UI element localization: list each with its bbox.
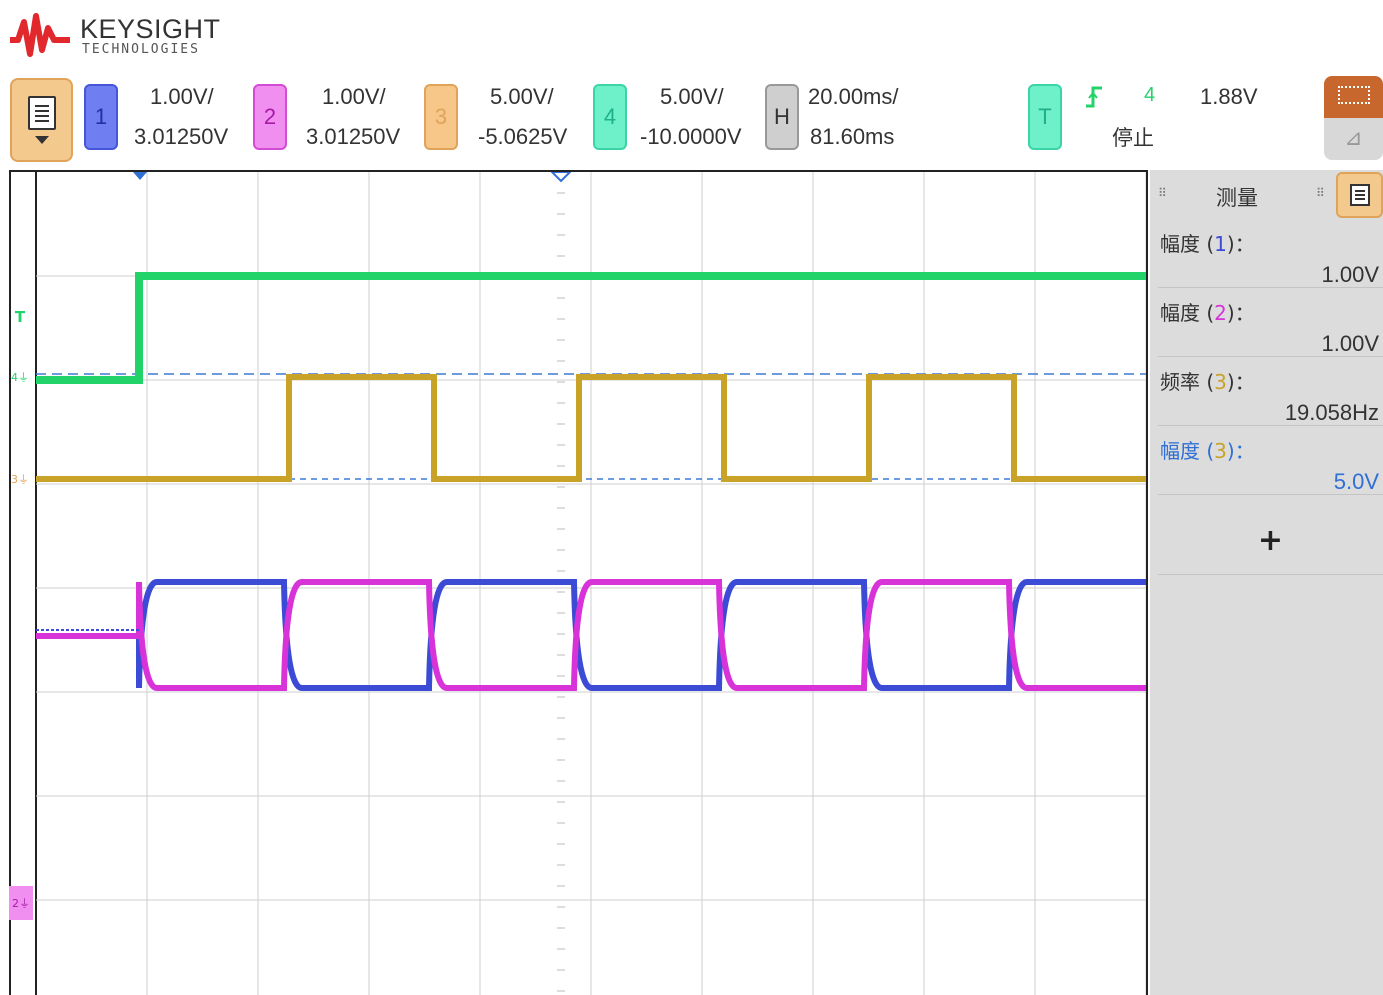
trigger-position-marker	[133, 172, 147, 180]
plus-icon: +	[1257, 523, 1284, 558]
channel-4-button[interactable]: 4	[593, 84, 627, 150]
horizontal-button[interactable]: H	[765, 84, 799, 150]
measurement-title: 测量	[1216, 186, 1258, 210]
channel-4-label: 4	[603, 104, 617, 129]
measurement-label: 幅度 (3)：	[1160, 439, 1255, 463]
drag-handle-icon[interactable]: ⠿	[1316, 186, 1325, 200]
channel-1-button[interactable]: 1	[84, 84, 118, 150]
channel-3-label: 3	[434, 104, 448, 129]
trigger-level-marker[interactable]: T	[9, 306, 31, 328]
measurement-label: 频率 (3)：	[1160, 370, 1255, 394]
channel-2-ground-marker[interactable]: 2 ⏚	[9, 886, 33, 920]
ch3-marker-label: 3	[11, 472, 18, 486]
graticule	[35, 172, 1146, 995]
measurement-panel-header: ⠿ 测量 ⠿	[1150, 170, 1383, 220]
horizontal-position[interactable]: 81.60ms	[810, 124, 894, 150]
measurement-value: 19.058Hz	[1284, 400, 1379, 425]
measurement-value: 1.00V	[1321, 331, 1380, 356]
ch2-marker-label: 2	[12, 896, 19, 910]
zoom-box-icon	[1338, 86, 1370, 104]
channel-3-scale[interactable]: 5.00V/	[490, 84, 554, 110]
measurement-label: 幅度 (1)：	[1160, 232, 1255, 256]
channel-2-offset[interactable]: 3.01250V	[306, 124, 400, 150]
channel-2-button[interactable]: 2	[253, 84, 287, 150]
brand-name: KEYSIGHT	[80, 14, 221, 44]
trigger-label: T	[1038, 104, 1052, 129]
measurement-value: 1.00V	[1321, 262, 1380, 287]
drag-handle-icon[interactable]: ⠿	[1158, 186, 1167, 200]
measurement-name: 幅度	[1160, 232, 1200, 256]
measurement-source: 2	[1214, 301, 1227, 325]
channel-3-button[interactable]: 3	[424, 84, 458, 150]
zoom-select-button[interactable]: ⊿	[1324, 76, 1383, 160]
add-measurement-button[interactable]: +	[1158, 507, 1383, 575]
measurement-item-selected[interactable]: 幅度 (3)： 5.0V	[1158, 427, 1383, 495]
document-icon	[1349, 184, 1370, 206]
measurement-value: 5.0V	[1333, 469, 1379, 494]
channel-4-offset[interactable]: -10.0000V	[640, 124, 742, 150]
chevron-down-icon	[34, 136, 49, 144]
delta-icon: ⊿	[1324, 118, 1383, 160]
channel-3-offset[interactable]: -5.0625V	[478, 124, 567, 150]
channel-3-ground-marker[interactable]: 3 ⏚	[9, 468, 31, 490]
toolbar: 1 1.00V/ 3.01250V 2 1.00V/ 3.01250V 3 5.…	[0, 70, 1383, 170]
measurement-label: 幅度 (2)：	[1160, 301, 1255, 325]
trigger-source[interactable]: 4	[1144, 84, 1155, 107]
channel-1-offset[interactable]: 3.01250V	[134, 124, 228, 150]
measurement-item[interactable]: 幅度 (1)： 1.00V	[1158, 220, 1383, 288]
brand-subtitle: TECHNOLOGIES	[82, 42, 200, 57]
waveform-display[interactable]	[9, 170, 1148, 995]
measurement-source: 3	[1214, 370, 1227, 394]
measurement-item[interactable]: 频率 (3)： 19.058Hz	[1158, 358, 1383, 426]
measurement-menu-button[interactable]	[1336, 172, 1383, 218]
document-icon	[27, 96, 56, 130]
measurement-item[interactable]: 幅度 (2)： 1.00V	[1158, 289, 1383, 357]
measurement-source: 3	[1214, 439, 1227, 463]
trigger-level[interactable]: 1.88V	[1200, 84, 1258, 110]
measurement-panel: ⠿ 测量 ⠿ 幅度 (1)： 1.00V 幅度 (2)： 1.00V 频率 (3…	[1150, 170, 1383, 995]
channel-4-ground-marker[interactable]: 4 ⏚	[9, 366, 31, 388]
channel-2-scale[interactable]: 1.00V/	[322, 84, 386, 110]
keysight-logo: KEYSIGHT TECHNOLOGIES	[8, 8, 238, 64]
measurement-name: 幅度	[1160, 301, 1200, 325]
keysight-wave-icon	[10, 13, 70, 57]
run-state: 停止	[1112, 126, 1154, 150]
channel-1-scale[interactable]: 1.00V/	[150, 84, 214, 110]
timebase-scale[interactable]: 20.00ms/	[808, 84, 899, 110]
trigger-button[interactable]: T	[1028, 84, 1062, 150]
channel-1-label: 1	[94, 104, 108, 129]
measurement-name: 频率	[1160, 370, 1200, 394]
horizontal-reference-marker	[550, 172, 572, 183]
measurement-source: 1	[1214, 232, 1227, 256]
horizontal-label: H	[774, 104, 790, 129]
ch4-marker-label: 4	[11, 370, 18, 384]
measurement-name: 幅度	[1160, 439, 1200, 463]
main-menu-button[interactable]	[10, 78, 73, 162]
channel-4-scale[interactable]: 5.00V/	[660, 84, 724, 110]
trigger-marker-label: T	[14, 308, 26, 326]
rising-edge-icon	[1086, 86, 1102, 108]
channel-2-label: 2	[263, 104, 277, 129]
